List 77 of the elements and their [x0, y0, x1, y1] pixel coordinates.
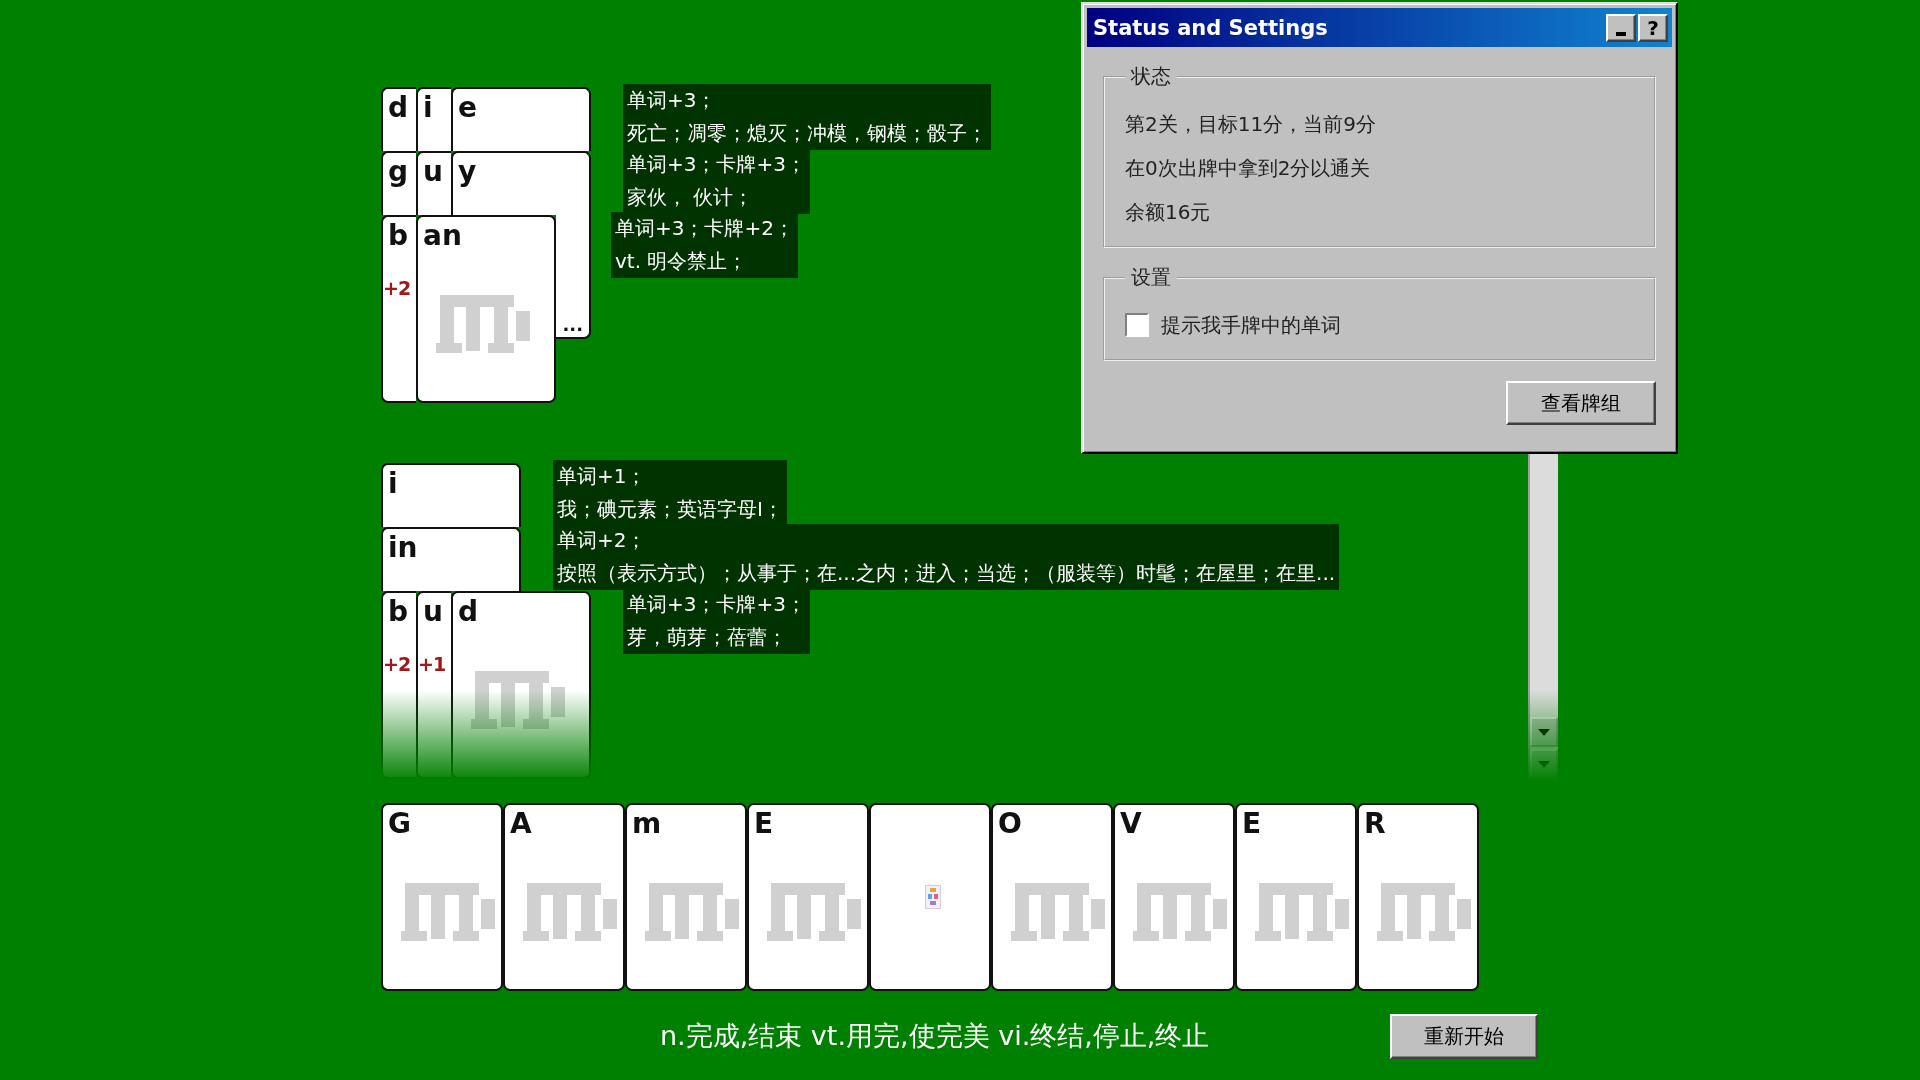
- hand-card[interactable]: G: [381, 803, 503, 991]
- card-letter: V: [1120, 807, 1142, 840]
- card-letter: m: [632, 807, 662, 840]
- card-letter: G: [388, 807, 411, 840]
- card-letter: e: [458, 91, 477, 125]
- bonus-score: +2: [383, 277, 411, 299]
- bonus-score: +2: [383, 653, 411, 675]
- definition-text: 我；碘元素；英语字母I；: [557, 496, 783, 523]
- letter-card[interactable]: d: [381, 87, 416, 151]
- score-text: 单词+3；卡牌+2；: [615, 215, 794, 242]
- help-button[interactable]: ?: [1638, 13, 1668, 42]
- letter-card[interactable]: i: [381, 463, 521, 527]
- scroll-down-button[interactable]: [1530, 717, 1558, 747]
- card-letter: g: [388, 155, 409, 189]
- status-text: 第2关，目标11分，当前9分: [1125, 111, 1377, 138]
- word-meaning: n.完成,结束 vt.用完,使完美 vi.终结,停止,终止: [660, 1019, 1210, 1053]
- down-arrow-icon: [1538, 760, 1550, 768]
- letter-card[interactable]: g: [381, 151, 416, 215]
- card-letter: i: [388, 467, 398, 501]
- card-letter: d: [458, 595, 479, 629]
- score-text: 单词+1；: [557, 463, 648, 490]
- definition-text: 死亡；凋零；熄灭；冲模，钢模；骰子；: [627, 120, 987, 147]
- hand-card[interactable]: R: [1357, 803, 1479, 991]
- score-text: 单词+3；卡牌+3；: [627, 591, 806, 618]
- window-title: Status and Settings: [1093, 15, 1328, 40]
- card-letter: O: [998, 807, 1022, 840]
- status-text: 余额16元: [1125, 199, 1212, 226]
- hand-card[interactable]: V: [1113, 803, 1235, 991]
- card-letter: A: [510, 807, 532, 840]
- status-text: 在0次出牌中拿到2分以通关: [1125, 155, 1372, 182]
- definition-text: 芽，萌芽；蓓蕾；: [627, 624, 788, 651]
- score-text: 单词+2；: [557, 527, 648, 554]
- checkbox[interactable]: [1125, 313, 1149, 337]
- card-letter: y: [458, 155, 477, 189]
- down-arrow-icon: [1538, 728, 1550, 736]
- letter-card[interactable]: y: [451, 151, 591, 215]
- letter-card[interactable]: in: [381, 527, 521, 591]
- definition-text: vt. 明令禁止；: [615, 248, 749, 275]
- letter-card[interactable]: i: [416, 87, 451, 151]
- card-letter: an: [423, 219, 462, 253]
- bonus-score: +1: [418, 653, 446, 675]
- minimize-icon: [1616, 31, 1626, 36]
- card-letter: u: [423, 595, 443, 629]
- score-text: 单词+3；: [627, 87, 718, 114]
- hand-card[interactable]: O: [991, 803, 1113, 991]
- card-letter: i: [423, 91, 433, 125]
- restart-button[interactable]: 重新开始: [1390, 1014, 1538, 1059]
- hand-card[interactable]: E: [1235, 803, 1357, 991]
- card-letter: d: [388, 91, 409, 125]
- card-letter: E: [1242, 807, 1262, 840]
- hand-card[interactable]: [869, 803, 991, 991]
- letter-card[interactable]: b +2: [381, 591, 416, 779]
- card-letter: b: [388, 219, 409, 253]
- definition-text: 家伙， 伙计；: [627, 184, 755, 211]
- definition-text: 按照（表示方式）；从事于；在...之内；进入；当选；（服装等）时髦；在屋里；在里...: [557, 560, 1336, 587]
- ellipsis-text: ...: [562, 314, 583, 335]
- group-title: 设置: [1130, 264, 1172, 291]
- joker-card-icon: [925, 885, 941, 909]
- card-letter: b: [388, 595, 409, 629]
- card-letter: R: [1364, 807, 1386, 840]
- score-text: 单词+3；卡牌+3；: [627, 151, 806, 178]
- view-deck-button[interactable]: 查看牌组: [1506, 381, 1656, 425]
- letter-card[interactable]: b +2: [381, 215, 416, 403]
- letter-card[interactable]: u +1: [416, 591, 451, 779]
- letter-card[interactable]: u: [416, 151, 451, 215]
- letter-card[interactable]: e: [451, 87, 591, 151]
- checkbox-label: 提示我手牌中的单词: [1161, 311, 1341, 339]
- hand-card[interactable]: m: [625, 803, 747, 991]
- group-title: 状态: [1130, 63, 1172, 90]
- card-letter: E: [754, 807, 774, 840]
- card-letter: in: [388, 531, 418, 565]
- card-letter: u: [423, 155, 443, 189]
- hand-card[interactable]: E: [747, 803, 869, 991]
- hand-card[interactable]: A: [503, 803, 625, 991]
- letter-card[interactable]: an: [416, 215, 556, 403]
- letter-card[interactable]: d: [451, 591, 591, 779]
- minimize-button[interactable]: [1606, 13, 1636, 42]
